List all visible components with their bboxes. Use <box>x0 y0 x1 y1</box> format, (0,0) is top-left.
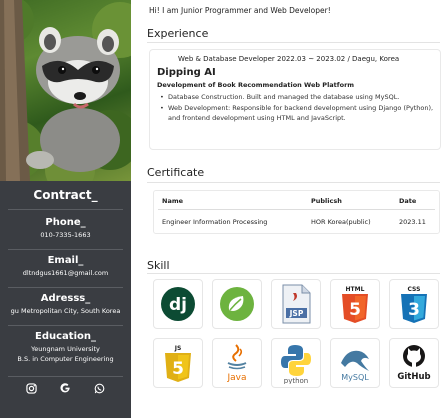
java-icon: Java <box>212 338 262 388</box>
address-block: Adresss_ gu Metropolitan City, South Kor… <box>0 293 131 315</box>
column-header: Publicsh <box>311 197 342 205</box>
github-icon: GitHub <box>389 338 439 388</box>
divider <box>8 209 123 210</box>
cert-publisher: HOR Korea(public) <box>311 218 371 226</box>
degree-value: B.S. in Computer Engineering <box>17 355 114 363</box>
cert-date: 2023.11 <box>399 218 426 226</box>
email-value[interactable]: dltndgus1661@gmail.com <box>0 269 131 277</box>
certificate-table: Name Publicsh Date Engineer Information … <box>153 190 440 234</box>
divider <box>147 273 440 274</box>
education-block: Education_ Yeungnam University B.S. in C… <box>0 331 131 363</box>
experience-title: Experience <box>147 27 209 40</box>
resume-page: Contract_ Phone_ 010-7335-1663 Email_ dl… <box>0 0 444 418</box>
divider <box>8 287 123 288</box>
jsp-icon: JSP <box>271 279 321 329</box>
experience-period: Web & Database Developer 2022.03 ~ 2023.… <box>178 55 400 63</box>
experience-company: Dipping AI <box>157 67 216 78</box>
divider <box>8 376 123 377</box>
profile-photo <box>0 0 131 181</box>
intro-text: Hi! I am Junior Programmer and Web Devel… <box>149 6 331 15</box>
email-label: Email_ <box>47 255 84 266</box>
html-label: HTML <box>346 286 365 293</box>
cert-name: Engineer Information Processing <box>162 218 268 226</box>
js-label: JS <box>174 345 182 352</box>
python-icon: python <box>271 338 321 388</box>
github-label: GitHub <box>397 372 430 382</box>
mysql-icon: MySQL <box>330 338 380 388</box>
school-value: Yeungnam University <box>31 345 100 353</box>
experience-project: Development of Book Recommendation Web P… <box>157 81 355 89</box>
css-label: CSS <box>408 286 421 293</box>
mysql-label: MySQL <box>341 373 369 382</box>
spring-icon <box>212 279 262 329</box>
divider <box>8 325 123 326</box>
phone-value[interactable]: 010-7335-1663 <box>0 231 131 239</box>
column-header: Date <box>399 197 417 205</box>
whatsapp-icon[interactable] <box>94 382 106 394</box>
main-content: Hi! I am Junior Programmer and Web Devel… <box>131 0 444 418</box>
java-label: Java <box>226 373 246 383</box>
education-label: Education_ <box>35 331 96 342</box>
divider <box>158 209 435 210</box>
python-label: python <box>284 377 309 384</box>
experience-bullet: Database Construction. Built and managed… <box>158 92 440 103</box>
jsp-label: JSP <box>289 309 304 318</box>
experience-bullets: Database Construction. Built and managed… <box>158 92 440 124</box>
divider <box>8 249 123 250</box>
column-header: Name <box>162 197 184 205</box>
django-label: dj <box>169 295 187 315</box>
google-icon[interactable] <box>59 382 71 394</box>
django-icon: dj <box>153 279 203 329</box>
html5-icon: HTML 5 <box>330 279 380 329</box>
address-label: Adresss_ <box>40 293 91 304</box>
phone-label: Phone_ <box>45 217 86 228</box>
phone-block: Phone_ 010-7335-1663 <box>0 217 131 239</box>
divider <box>147 182 440 183</box>
skill-title: Skill <box>147 259 170 272</box>
sidebar: Contract_ Phone_ 010-7335-1663 Email_ dl… <box>0 0 131 418</box>
css3-icon: CSS 3 <box>389 279 439 329</box>
certificate-title: Certificate <box>147 166 205 179</box>
social-links <box>0 382 131 394</box>
javascript-icon: JS 5 <box>153 338 203 388</box>
svg-text:5: 5 <box>349 300 361 320</box>
email-block: Email_ dltndgus1661@gmail.com <box>0 255 131 277</box>
svg-text:5: 5 <box>172 359 184 379</box>
address-value: gu Metropolitan City, South Korea <box>10 307 121 315</box>
experience-bullet: Web Development: Responsible for backend… <box>158 103 440 124</box>
instagram-icon[interactable] <box>25 382 37 394</box>
experience-card: Web & Database Developer 2022.03 ~ 2023.… <box>149 49 441 150</box>
svg-text:3: 3 <box>408 300 420 320</box>
divider <box>147 42 440 43</box>
contact-title: Contract_ <box>33 188 98 202</box>
